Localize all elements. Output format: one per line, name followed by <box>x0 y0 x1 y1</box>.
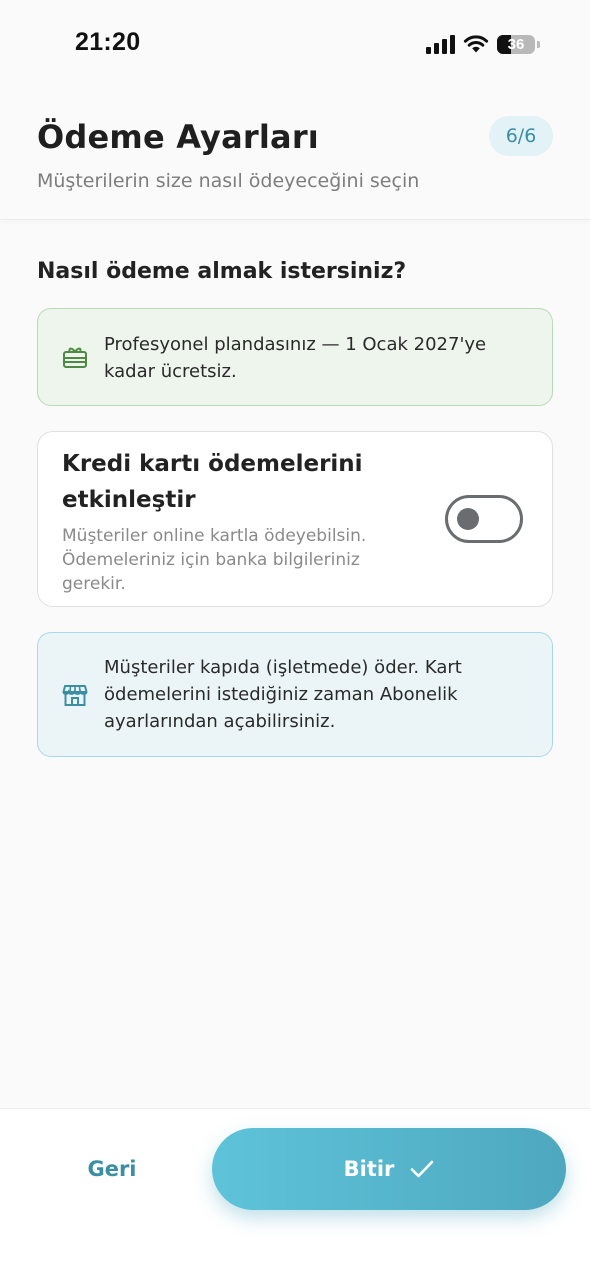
status-icons: 36 <box>426 30 540 58</box>
credit-card-title: Kredi kartı ödemelerini etkinleştir <box>62 451 363 513</box>
promo-text: Profesyonel plandasınız — 1 Ocak 2027'ye… <box>104 334 487 382</box>
finish-label: Bitir <box>343 1157 395 1181</box>
promo-card: Profesyonel plandasınız — 1 Ocak 2027'ye… <box>37 308 553 406</box>
page-subtitle: Müşterilerin size nasıl ödeyeceğini seçi… <box>37 170 420 192</box>
battery-icon: 36 <box>497 34 535 54</box>
page-title: Ödeme Ayarları <box>37 118 319 156</box>
battery-level: 36 <box>507 35 525 53</box>
battery-tip <box>537 40 540 48</box>
credit-card-toggle[interactable] <box>445 495 523 543</box>
store-icon <box>62 685 88 706</box>
step-badge: 6/6 <box>489 116 553 156</box>
credit-card-option-card: Kredi kartı ödemelerini etkinleştir Müşt… <box>37 431 553 607</box>
check-icon <box>411 1160 434 1178</box>
info-card: Müşteriler kapıda (işletmede) öder. Kart… <box>37 632 553 757</box>
info-text: Müşteriler kapıda (işletmede) öder. Kart… <box>104 657 462 732</box>
signal-icon <box>426 34 455 54</box>
gift-card-icon <box>63 347 87 368</box>
back-button[interactable]: Geri <box>60 1147 164 1191</box>
status-bar: 21:20 36 <box>0 0 590 90</box>
status-time: 21:20 <box>75 28 141 56</box>
payment-settings-screen: 21:20 36 Ödeme Ayarları 6/6 Müşterilerin… <box>0 0 590 1279</box>
header: Ödeme Ayarları 6/6 Müşterilerin size nas… <box>0 90 590 220</box>
toggle-knob <box>457 508 479 530</box>
credit-card-description: Müşteriler online kartla ödeyebilsin. Öd… <box>62 526 367 594</box>
section-title: Nasıl ödeme almak istersiniz? <box>37 259 407 284</box>
footer: Geri Bitir <box>0 1108 590 1279</box>
finish-button[interactable]: Bitir <box>212 1128 566 1210</box>
wifi-icon <box>463 35 489 53</box>
